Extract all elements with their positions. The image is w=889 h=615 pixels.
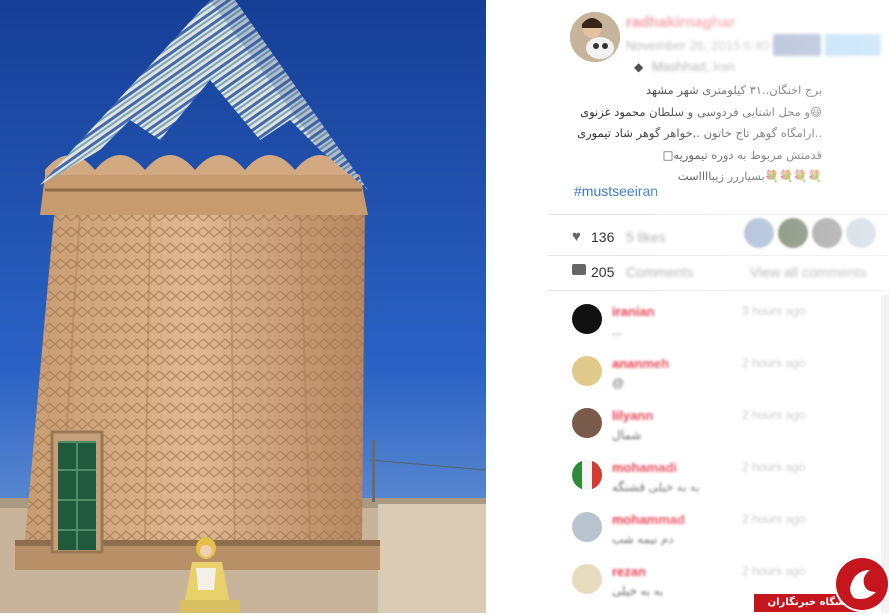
logo-emblem-icon [836, 558, 888, 610]
twitter-share-button[interactable] [825, 34, 881, 56]
liker-avatar[interactable] [846, 218, 876, 248]
commenter-avatar[interactable] [572, 408, 602, 438]
caption-line: 😃و محل اشنایی فردوسی و سلطان محمود غزنوی [580, 104, 822, 119]
facebook-share-button[interactable] [773, 34, 821, 56]
divider [548, 214, 889, 215]
liker-avatar[interactable] [812, 218, 842, 248]
post-photo[interactable] [0, 0, 486, 613]
comment-item: ananmeh 2 hours ago @ [572, 356, 889, 404]
comments-count: 205 [591, 264, 615, 280]
comment-username[interactable]: rezan [612, 564, 646, 579]
hashtag-link[interactable]: #mustseeiran [574, 183, 658, 199]
comment-username[interactable]: mohammad [612, 512, 685, 527]
comment-time: 3 hours ago [742, 304, 806, 318]
comment-item: mohamadi 2 hours ago به به خیلی قشنگه [572, 460, 889, 508]
comment-text: شمال [612, 428, 642, 442]
likes-label: 5 likes [626, 229, 666, 245]
caption-line: قدمتش مربوط به دوره تیموریه□ [662, 147, 822, 162]
comment-icon[interactable] [572, 264, 586, 275]
comment-text: ... [612, 324, 623, 338]
comment-username[interactable]: mohamadi [612, 460, 677, 475]
commenter-avatar[interactable] [572, 564, 602, 594]
location-pin-icon: ◆ [634, 60, 644, 74]
comment-time: 2 hours ago [742, 512, 806, 526]
post-date: November 26, 2015 6:40 [626, 38, 770, 53]
comment-time: 2 hours ago [742, 356, 806, 370]
comment-text: به به خیلی قشنگه [612, 480, 700, 494]
comment-item: lilyann 2 hours ago شمال [572, 408, 889, 456]
view-all-comments-link[interactable]: View all comments [750, 264, 866, 280]
commenter-avatar[interactable] [572, 304, 602, 334]
liker-avatar[interactable] [778, 218, 808, 248]
comments-label: Comments [626, 264, 694, 280]
tower-photo [0, 0, 486, 613]
commenter-avatar[interactable] [572, 512, 602, 542]
commenter-avatar[interactable] [572, 460, 602, 490]
caption-line: ..ارامگاه گوهر تاج خاتون ..خواهر گوهر شا… [577, 126, 822, 140]
comment-username[interactable]: lilyann [612, 408, 653, 423]
divider [548, 255, 889, 256]
divider [548, 290, 889, 291]
author-avatar[interactable] [570, 12, 620, 62]
post-sidebar: radhakirnaghar November 26, 2015 6:40 ◆ … [486, 0, 889, 613]
heart-icon[interactable]: ♥ [572, 228, 581, 245]
post-location[interactable]: Mashhad, Iran [652, 59, 735, 74]
comment-username[interactable]: iranian [612, 304, 655, 319]
comment-item: mohammad 2 hours ago دم نیمه شب [572, 512, 889, 560]
watermark-logo: باشگاه خبرنگاران [754, 558, 889, 613]
likes-count: 136 [591, 229, 615, 245]
post-caption: برج اخنگان..۳۱ کیلومتری شهر مشهد 😃و محل … [572, 80, 822, 188]
comment-text: به به خیلی [612, 584, 664, 598]
author-username[interactable]: radhakirnaghar [626, 14, 735, 31]
comment-text: دم نیمه شب [612, 532, 674, 546]
comment-username[interactable]: ananmeh [612, 356, 669, 371]
commenter-avatar[interactable] [572, 356, 602, 386]
comment-text: @ [612, 376, 625, 390]
comment-time: 2 hours ago [742, 408, 806, 422]
caption-line: برج اخنگان..۳۱ کیلومتری شهر مشهد [645, 83, 822, 97]
comment-time: 2 hours ago [742, 460, 806, 474]
comment-item: iranian 3 hours ago ... [572, 304, 889, 352]
liker-avatar[interactable] [744, 218, 774, 248]
